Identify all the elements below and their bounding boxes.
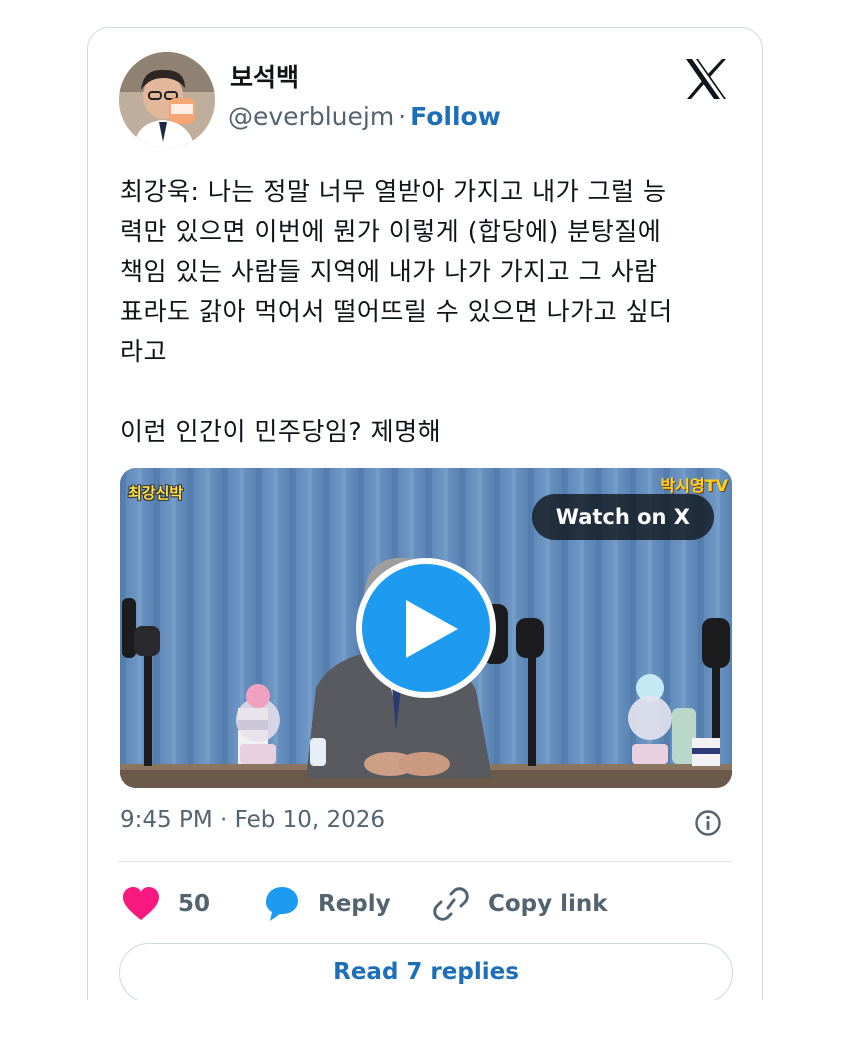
follow-button[interactable]: Follow bbox=[410, 102, 501, 131]
read-replies-button[interactable]: Read 7 replies bbox=[119, 943, 733, 1003]
handle-row: @everbluejm · Follow bbox=[228, 102, 501, 131]
copy-link-label: Copy link bbox=[488, 891, 608, 917]
tweet-card: 보석백 @everbluejm · Follow 최강욱: 나는 정말 너무 열받아… bbox=[87, 27, 763, 1059]
divider bbox=[118, 861, 732, 862]
play-button[interactable] bbox=[356, 558, 496, 698]
watch-on-x-button[interactable]: Watch on X bbox=[531, 494, 714, 540]
timestamp[interactable]: 9:45 PM · Feb 10, 2026 bbox=[120, 807, 385, 833]
info-icon[interactable] bbox=[694, 809, 722, 837]
reply-bubble-icon bbox=[266, 887, 298, 921]
copy-link-button[interactable]: Copy link bbox=[432, 886, 608, 922]
x-logo-icon[interactable] bbox=[684, 58, 728, 100]
tweet-text: 최강욱: 나는 정말 너무 열받아 가지고 내가 그럴 능 력만 있으면 이번에… bbox=[120, 177, 673, 446]
display-name[interactable]: 보석백 bbox=[230, 58, 299, 94]
like-button[interactable]: 50 bbox=[122, 886, 210, 922]
channel-badge: 최강신박 bbox=[128, 484, 184, 502]
heart-icon bbox=[123, 887, 159, 920]
reply-button[interactable]: Reply bbox=[262, 886, 391, 922]
handle[interactable]: @everbluejm bbox=[228, 102, 394, 131]
avatar[interactable] bbox=[119, 52, 215, 148]
channel-logo: 박시영TV bbox=[660, 476, 728, 495]
play-icon bbox=[406, 600, 458, 658]
link-icon bbox=[433, 887, 469, 921]
video-thumbnail[interactable]: 최강신박 박시영TV Watch on X bbox=[120, 468, 732, 788]
like-count: 50 bbox=[178, 891, 211, 917]
reply-label: Reply bbox=[318, 891, 391, 917]
page-background-bottom bbox=[0, 1000, 850, 1059]
separator-dot: · bbox=[398, 102, 407, 131]
